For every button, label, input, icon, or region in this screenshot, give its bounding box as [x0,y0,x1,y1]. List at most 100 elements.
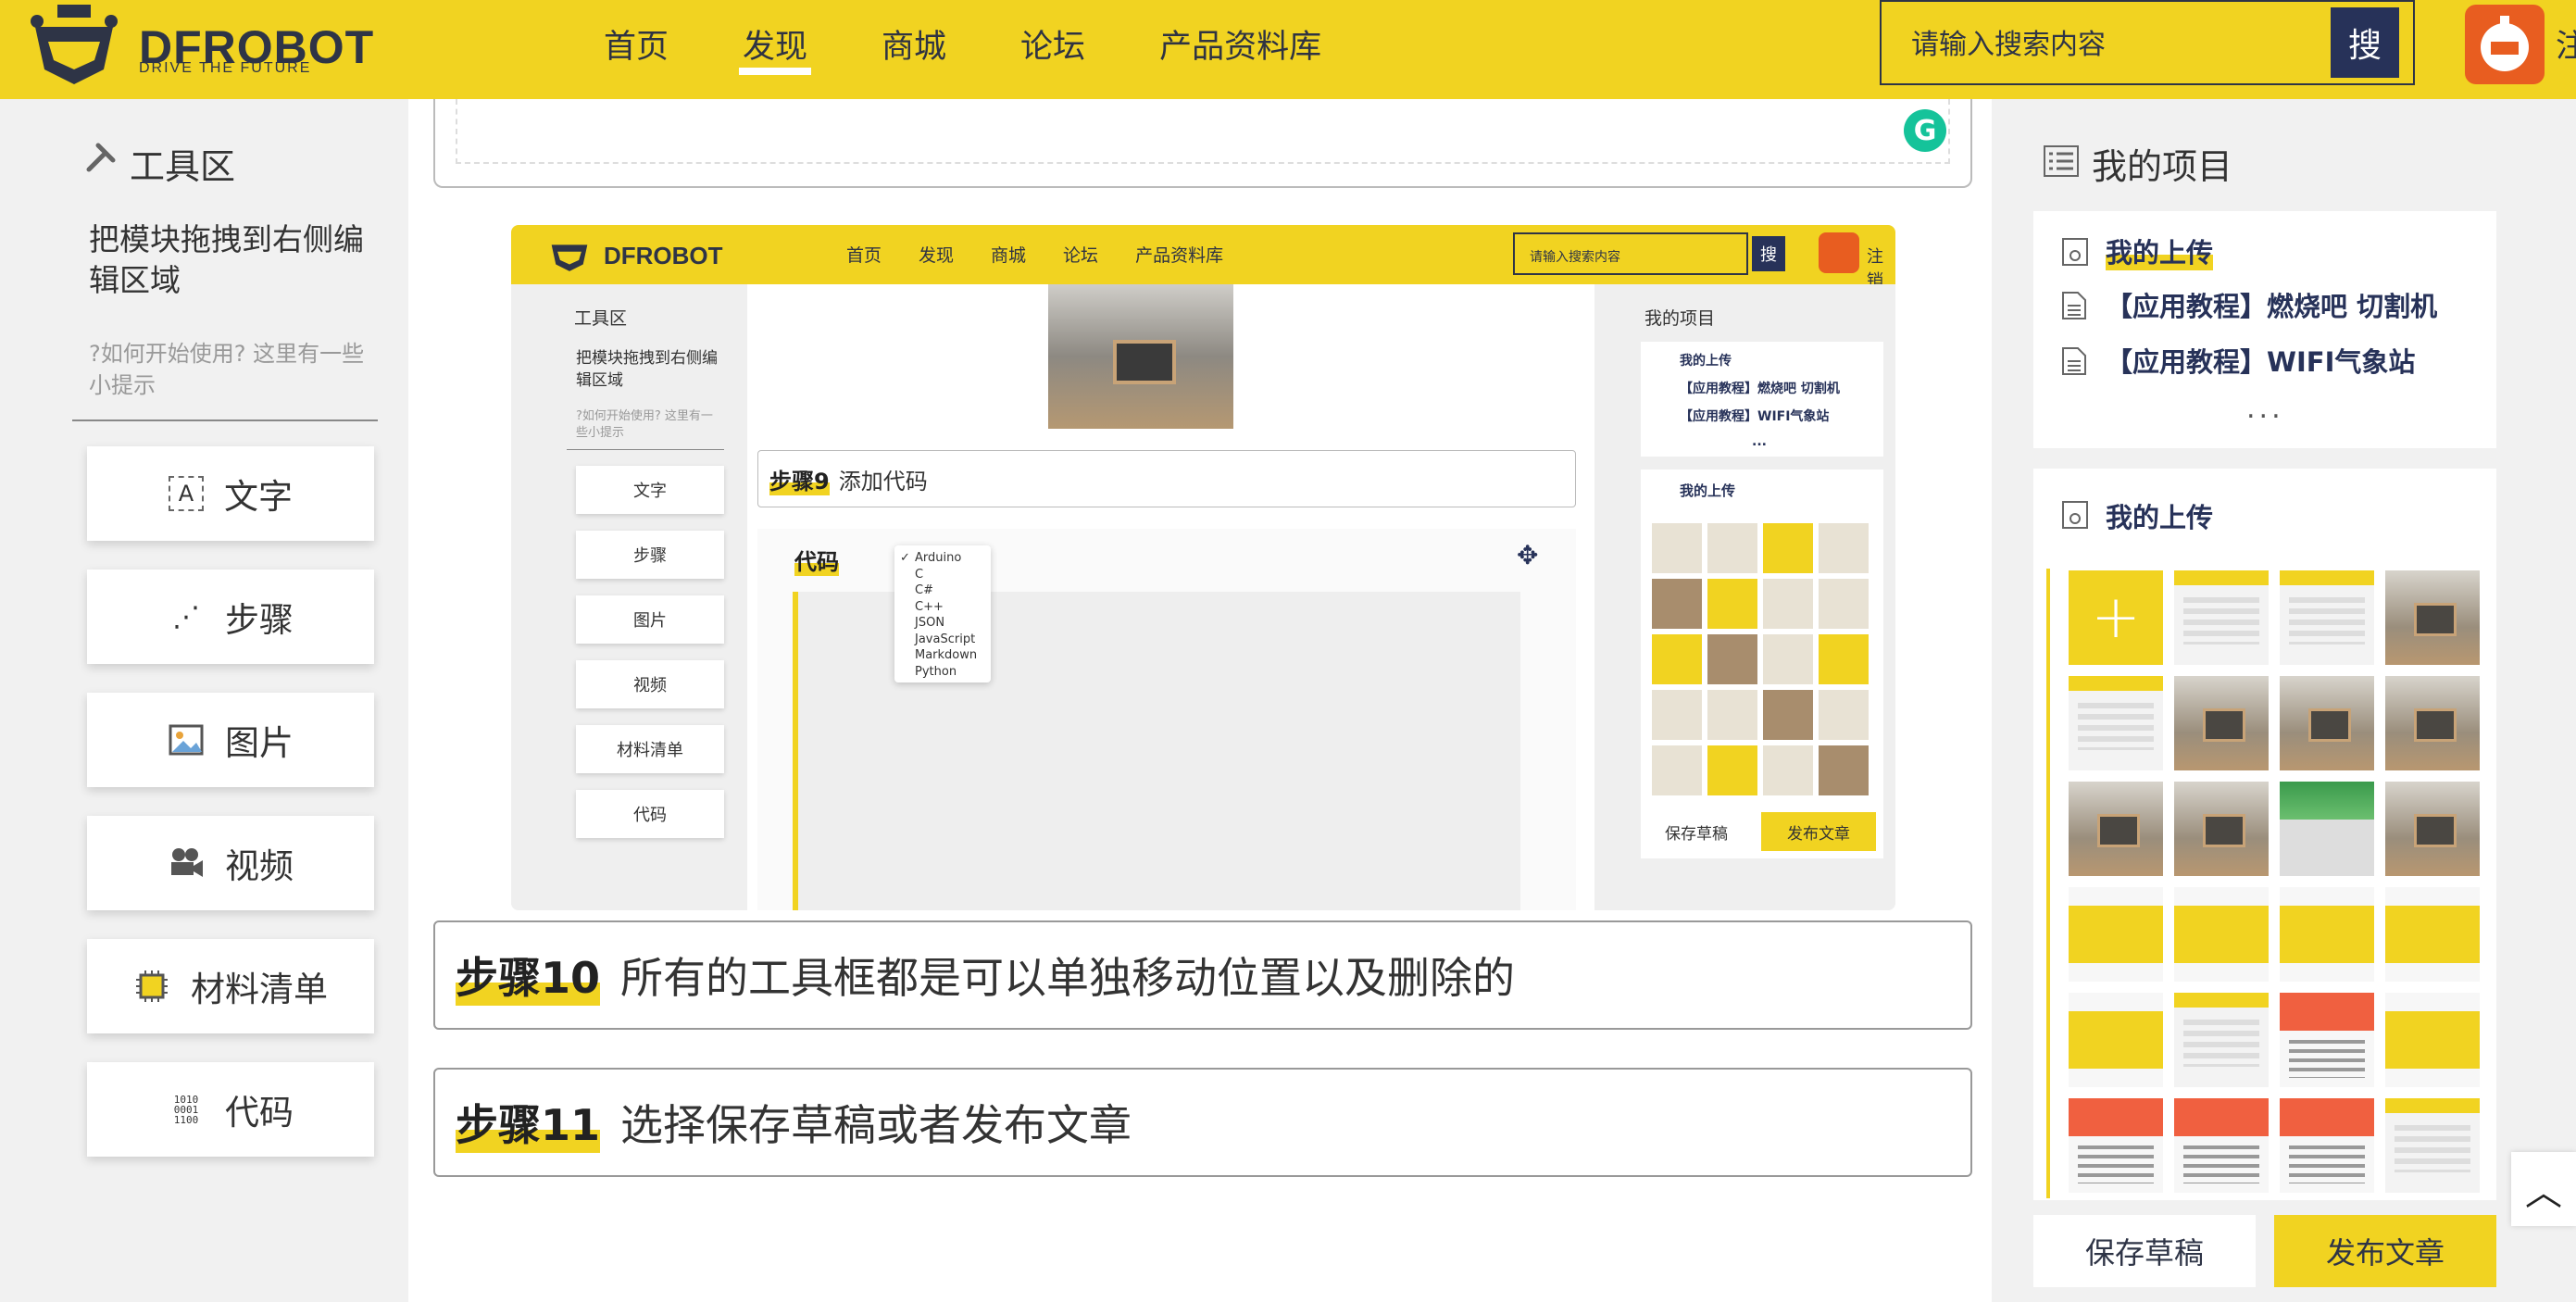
my-uploads-link[interactable]: 我的上传 [2106,232,2214,270]
upload-thumbnail[interactable] [2385,887,2480,982]
shot-code-label: 代码 [794,544,839,576]
upload-thumbnail[interactable] [2069,993,2163,1087]
upload-thumbnail[interactable] [2385,676,2480,770]
upload-thumbnail[interactable] [2174,782,2269,876]
scroll-top-chevron-icon[interactable]: ︿ [2511,1152,2576,1226]
my-projects-card: 我的上传 【应用教程】燃烧吧 切割机 【应用教程】WIFI气象站 ... [2033,211,2496,448]
upload-thumbnail[interactable] [2174,887,2269,982]
tool-label: 文字 [224,477,293,517]
shot-publish-button: 发布文章 [1761,812,1876,851]
nav-store[interactable]: 商城 [882,20,946,68]
robot-logo-icon [31,5,118,84]
shot-language-option: C [915,567,924,582]
step-tag: 步骤11 [456,1092,601,1153]
step-10-block[interactable]: 步骤10 所有的工具框都是可以单独移动位置以及删除的 [433,920,1972,1030]
code-icon: 1010 0001 1100 [173,1093,199,1126]
tools-icon [86,143,116,172]
chip-icon [133,968,170,1005]
shot-language-option: Arduino [894,551,991,568]
upload-thumbnail[interactable] [2280,993,2374,1087]
upload-thumbnail[interactable] [2280,676,2374,770]
upload-thumbnail[interactable] [2385,570,2480,665]
upload-thumbnail[interactable] [2174,993,2269,1087]
step-text[interactable]: 所有的工具框都是可以单独移动位置以及删除的 [620,945,1515,1006]
image-icon [168,721,205,758]
shot-upload-item: 我的上传 [1680,354,1732,369]
shot-hint: 把模块拖拽到右侧编辑区域 [576,349,718,390]
project-link[interactable]: 【应用教程】WIFI气象站 [2106,341,2415,380]
shot-tool: 材料清单 [576,725,724,773]
list-icon [2044,145,2079,177]
add-upload-button[interactable]: + [2069,570,2163,665]
text-icon: A [169,476,204,511]
top-header: DFROBOT DRIVE THE FUTURE 首页 发现 商城 论坛 产品资… [0,0,2576,99]
tool-label: 视频 [225,846,294,886]
tool-image-button[interactable]: 图片 [87,693,374,787]
tool-label: 图片 [225,723,294,763]
shot-divider [567,449,724,450]
shot-tool: 图片 [576,595,724,644]
upload-thumbnail[interactable] [2280,1098,2374,1193]
projects-title: 我的项目 [2092,146,2233,187]
register-link[interactable]: 注 [2556,20,2576,66]
nav-discover[interactable]: 发现 [739,20,812,75]
search-input[interactable] [1909,20,2357,69]
avatar[interactable] [2465,5,2545,84]
upload-thumbnail[interactable] [2385,782,2480,876]
tool-text-button[interactable]: A 文字 [87,446,374,541]
shot-step9-text: 添加代码 [838,468,928,495]
step-11-block[interactable]: 步骤11 选择保存草稿或者发布文章 [433,1068,1972,1177]
shot-uploads-card: 我的上传 【应用教程】燃烧吧 切割机 【应用教程】WIFI气象站 ... [1641,342,1883,457]
text-block[interactable] [433,99,1972,188]
shot-toolbox-title: 工具区 [574,308,628,329]
project-link[interactable]: 【应用教程】燃烧吧 切割机 [2106,285,2437,324]
shot-search: 请输入搜索内容 [1513,232,1748,275]
upload-thumbnail[interactable] [2069,887,2163,982]
upload-thumbnail[interactable] [2069,676,2163,770]
save-draft-button[interactable]: 保存草稿 [2033,1215,2256,1287]
camera-doc-icon [2062,238,2088,266]
tool-step-button[interactable]: ⋰ 步骤 [87,570,374,664]
upload-thumbnail[interactable] [2280,887,2374,982]
grammarly-icon[interactable]: G [1904,109,1946,152]
search-button[interactable]: 搜 [2331,7,2399,78]
tool-materials-button[interactable]: 材料清单 [87,939,374,1033]
upload-thumbnail[interactable] [2385,1098,2480,1193]
shot-nav-item: 发现 [919,245,955,266]
shot-device [1113,340,1176,384]
tutorial-screenshot: DFROBOT 首页 发现 商城 论坛 产品资料库 请输入搜索内容 搜 注销 工… [511,225,1895,910]
uploads-gallery-card: 我的上传 + [2033,469,2496,1200]
upload-thumbnail[interactable] [2280,570,2374,665]
dfrobot-logo[interactable] [28,5,120,88]
shot-gallery: 我的上传 [1641,469,1883,858]
uploads-grid: + [2069,570,2480,1193]
upload-thumbnail[interactable] [2174,570,2269,665]
shot-grid [1652,523,1876,795]
nav-home[interactable]: 首页 [604,20,669,68]
robot-avatar-icon [2481,16,2529,71]
shot-tool: 文字 [576,466,724,514]
help-link[interactable]: ?如何开始使用? 这里有一些小提示 [89,338,385,401]
shot-step9: 步骤9 添加代码 [757,450,1576,507]
upload-thumbnail[interactable] [2280,782,2374,876]
upload-thumbnail[interactable] [2174,1098,2269,1193]
shot-toolbox: 工具区 把模块拖拽到右侧编辑区域 ?如何开始使用? 这里有一些小提示 文字 步骤… [511,284,747,910]
tool-video-button[interactable]: 视频 [87,816,374,910]
document-icon [2062,347,2086,375]
shot-upload-item: 【应用教程】燃烧吧 切割机 [1680,382,1840,396]
step-text[interactable]: 选择保存草稿或者发布文章 [620,1092,1132,1153]
shot-step9-tag: 步骤9 [769,462,830,495]
shot-nav-item: 首页 [846,245,882,266]
nav-product-docs[interactable]: 产品资料库 [1159,20,1321,68]
nav-forum[interactable]: 论坛 [1020,20,1085,68]
publish-button[interactable]: 发布文章 [2274,1215,2496,1287]
upload-thumbnail[interactable] [2385,993,2480,1087]
upload-thumbnail[interactable] [2174,676,2269,770]
upload-thumbnail[interactable] [2069,1098,2163,1193]
tool-code-button[interactable]: 1010 0001 1100 代码 [87,1062,374,1157]
document-icon [2062,292,2086,319]
more-button[interactable]: ... [2246,393,2284,425]
video-icon [168,845,205,882]
upload-thumbnail[interactable] [2069,782,2163,876]
shot-code-block: 代码 [757,529,1576,910]
